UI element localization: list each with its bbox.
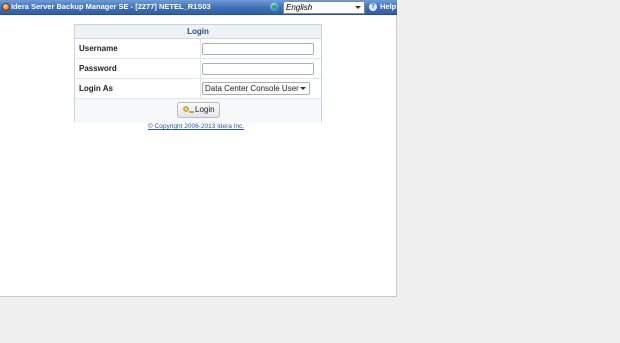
language-value: English: [286, 3, 313, 12]
column-divider: [200, 79, 201, 98]
login-button-label: Login: [195, 105, 215, 114]
password-row: Password: [75, 59, 321, 79]
login-as-label: Login As: [79, 84, 113, 93]
username-label: Username: [79, 44, 118, 53]
chevron-down-icon[interactable]: [300, 87, 306, 90]
login-as-value: Data Center Console User: [205, 84, 299, 93]
button-row: Login: [75, 99, 321, 123]
globe-icon: [270, 2, 280, 12]
username-field[interactable]: [202, 43, 314, 55]
help-icon[interactable]: ?: [369, 3, 377, 11]
password-field[interactable]: [202, 63, 314, 75]
login-button[interactable]: Login: [177, 102, 220, 118]
app-title: Idera Server Backup Manager SE - [2277] …: [11, 2, 211, 11]
app-logo-icon: [2, 3, 10, 11]
login-panel: Login Username Password Login As Data Ce…: [74, 24, 322, 123]
help-link[interactable]: Help: [380, 2, 396, 11]
password-label: Password: [79, 64, 117, 73]
copyright-link[interactable]: © Copyright 2006-2013 Idera Inc.: [148, 123, 244, 130]
login-as-select[interactable]: Data Center Console User: [202, 82, 310, 95]
column-divider: [200, 59, 201, 78]
login-panel-title: Login: [75, 25, 321, 39]
login-as-row: Login As Data Center Console User: [75, 79, 321, 99]
username-row: Username: [75, 39, 321, 59]
column-divider: [200, 39, 201, 58]
header-bar: Idera Server Backup Manager SE - [2277] …: [0, 0, 397, 15]
chevron-down-icon[interactable]: [355, 6, 361, 9]
language-select[interactable]: English: [283, 1, 365, 14]
key-icon: [183, 106, 194, 113]
